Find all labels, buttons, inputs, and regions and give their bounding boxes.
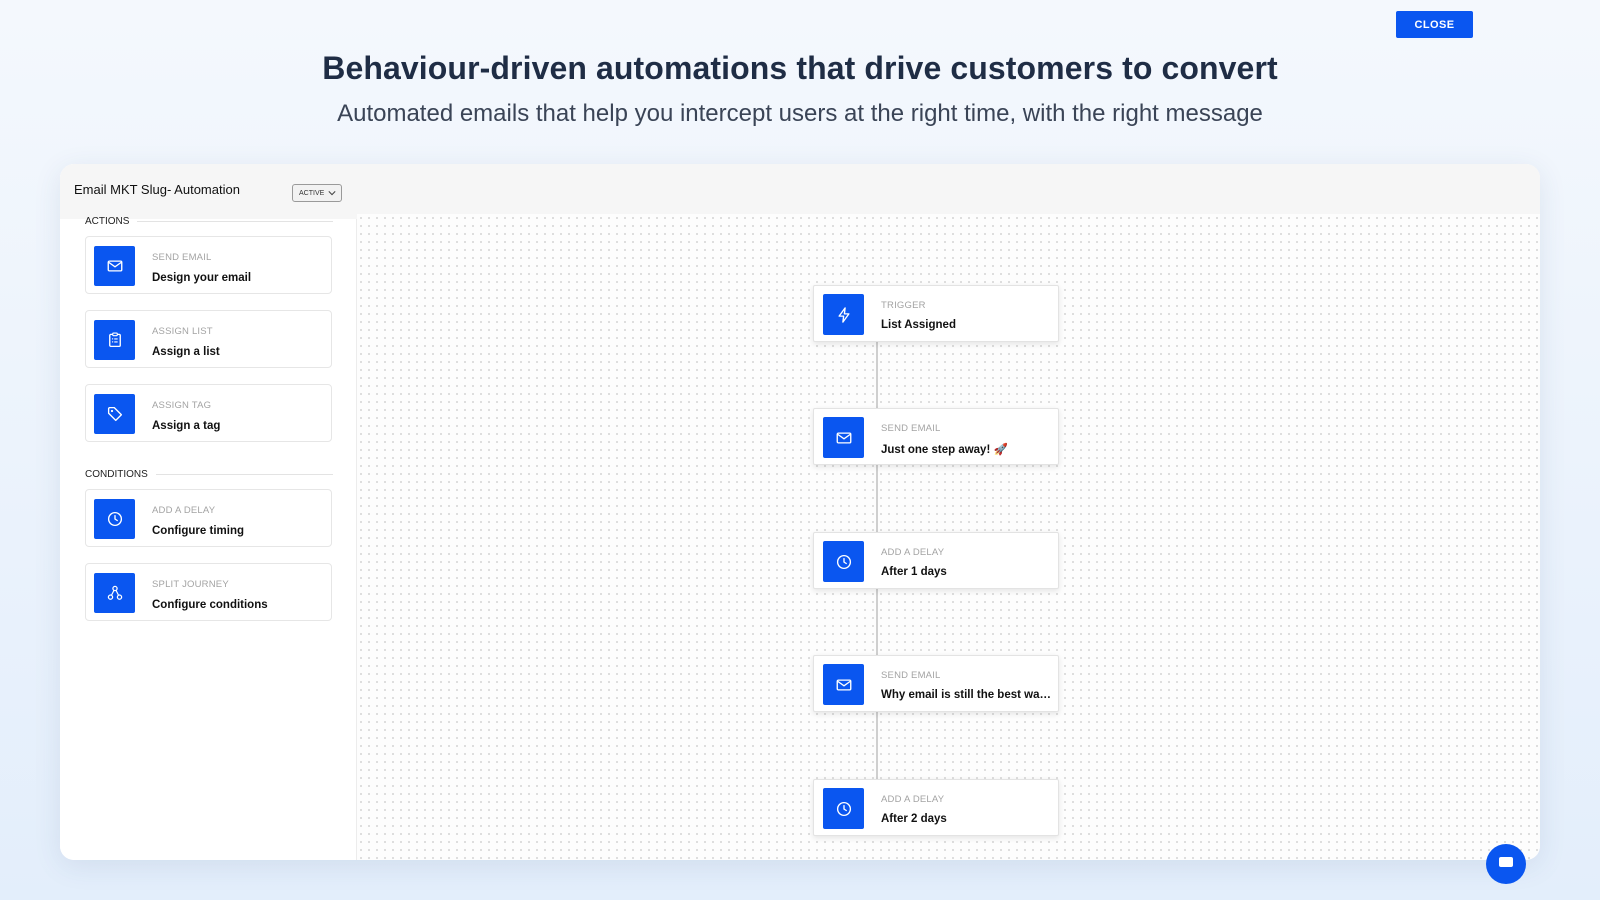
chat-icon (1499, 857, 1513, 867)
palette-category: ADD A DELAY (152, 505, 216, 516)
palette-add-delay[interactable]: ADD A DELAY Configure timing (85, 489, 332, 547)
palette-label: Configure conditions (152, 599, 268, 611)
canvas-toolbar (357, 164, 1540, 214)
node-category: SEND EMAIL (881, 423, 941, 434)
flow-node-trigger[interactable]: TRIGGER List Assigned (813, 285, 1059, 342)
palette-send-email[interactable]: SEND EMAIL Design your email (85, 236, 332, 294)
flow-node-delay[interactable]: ADD A DELAY After 2 days (813, 779, 1059, 836)
clipboard-icon (94, 320, 135, 360)
node-category: ADD A DELAY (881, 547, 945, 558)
close-button[interactable]: CLOSE (1396, 11, 1473, 38)
split-icon (94, 573, 135, 613)
palette-label: Assign a list (152, 346, 220, 358)
mail-icon (823, 417, 864, 458)
node-label: Why email is still the best way to reach… (881, 689, 1053, 701)
status-dropdown[interactable]: ACTIVE (292, 184, 342, 202)
node-category: ADD A DELAY (881, 794, 945, 805)
palette-category: SPLIT JOURNEY (152, 579, 229, 590)
conditions-label-text: CONDITIONS (85, 469, 148, 480)
lightning-icon (823, 294, 864, 335)
hero-subtitle: Automated emails that help you intercept… (337, 100, 1263, 127)
sidebar-header: Email MKT Slug- Automation ACTIVE (60, 164, 357, 219)
mail-icon (94, 246, 135, 286)
clock-icon (823, 541, 864, 582)
status-value: ACTIVE (299, 189, 325, 197)
palette-category: ASSIGN TAG (152, 400, 212, 411)
clock-icon (823, 788, 864, 829)
palette-category: SEND EMAIL (152, 252, 212, 263)
flow-node-send-email[interactable]: SEND EMAIL Why email is still the best w… (813, 655, 1059, 712)
node-category: SEND EMAIL (881, 670, 941, 681)
palette-category: ASSIGN LIST (152, 326, 213, 337)
node-label: After 2 days (881, 813, 947, 825)
node-label: Just one step away! 🚀 (881, 444, 1008, 456)
sidebar: Email MKT Slug- Automation ACTIVE ACTION… (60, 164, 357, 860)
palette-label: Design your email (152, 272, 252, 284)
palette-assign-tag[interactable]: ASSIGN TAG Assign a tag (85, 384, 332, 442)
chat-launcher-button[interactable] (1486, 844, 1526, 884)
conditions-section-label: CONDITIONS (85, 469, 333, 480)
chevron-down-icon (328, 191, 336, 196)
automation-window: Email MKT Slug- Automation ACTIVE ACTION… (60, 164, 1540, 860)
clock-icon (94, 499, 135, 539)
mail-icon (823, 664, 864, 705)
node-category: TRIGGER (881, 300, 926, 311)
flow-node-delay[interactable]: ADD A DELAY After 1 days (813, 532, 1059, 589)
automation-title: Email MKT Slug- Automation (74, 182, 240, 197)
palette-label: Configure timing (152, 525, 244, 537)
hero-title: Behaviour-driven automations that drive … (322, 50, 1278, 86)
actions-label-text: ACTIONS (85, 216, 130, 227)
tag-icon (94, 394, 135, 434)
palette-label: Assign a tag (152, 420, 221, 432)
node-label: After 1 days (881, 566, 947, 578)
palette-split-journey[interactable]: SPLIT JOURNEY Configure conditions (85, 563, 332, 621)
flow-node-send-email[interactable]: SEND EMAIL Just one step away! 🚀 (813, 408, 1059, 465)
node-label: List Assigned (881, 319, 956, 331)
palette-assign-list[interactable]: ASSIGN LIST Assign a list (85, 310, 332, 368)
actions-section-label: ACTIONS (85, 216, 333, 227)
